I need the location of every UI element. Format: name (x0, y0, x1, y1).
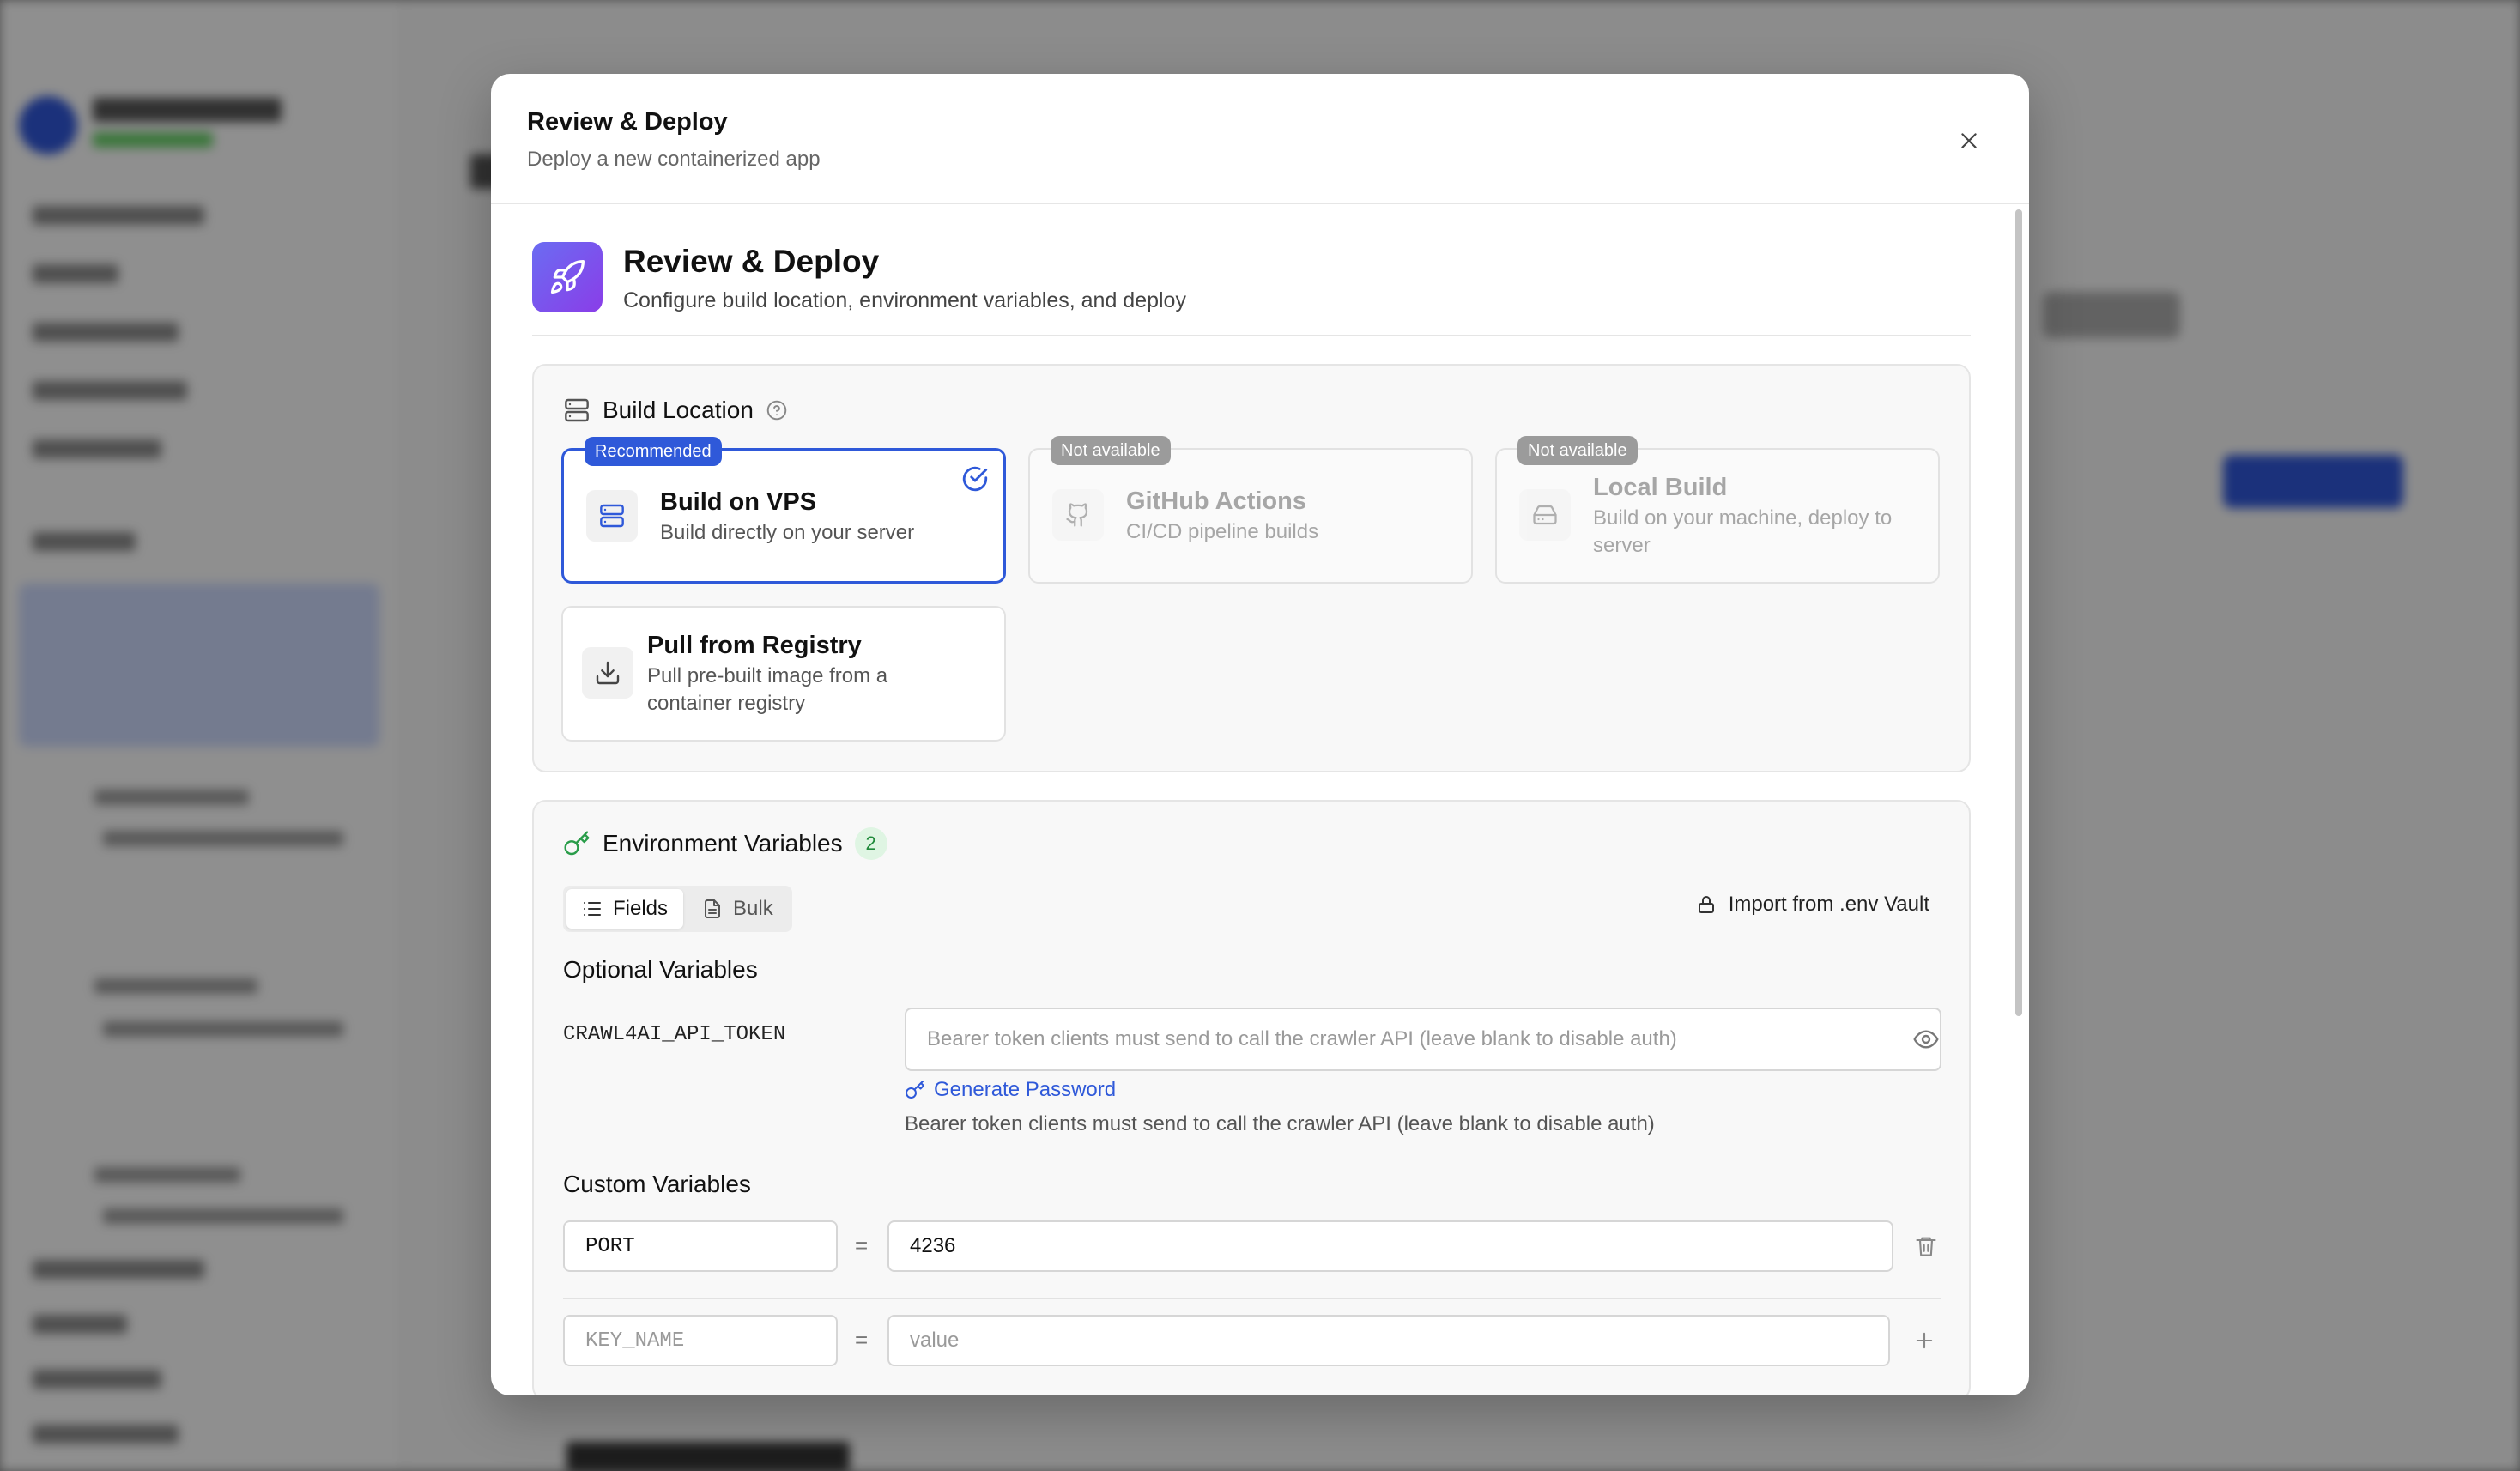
build-location-section: Build Location Recommended Build on VPS … (532, 364, 1971, 772)
new-var-value-input[interactable]: value (887, 1315, 1890, 1366)
option-description: Build directly on your server (660, 521, 915, 544)
build-location-header: Build Location (563, 397, 788, 424)
environment-variables-header: Environment Variables 2 (563, 827, 887, 860)
modal-title: Review & Deploy (527, 108, 728, 136)
divider (563, 1298, 1941, 1299)
not-available-badge: Not available (1051, 436, 1171, 465)
build-option-github-actions: Not available GitHub Actions CI/CD pipel… (1028, 436, 1473, 584)
env-view-tabs: Fields Bulk (563, 886, 792, 932)
crawl4ai-api-token-input[interactable]: Bearer token clients must send to call t… (905, 1008, 1941, 1071)
eye-icon[interactable] (1912, 1026, 1940, 1053)
plus-icon (1916, 1332, 1933, 1349)
import-env-vault-button[interactable]: Import from .env Vault (1696, 893, 1929, 917)
modal-header: Review & Deploy Deploy a new containeriz… (491, 74, 2029, 204)
build-location-title: Build Location (603, 397, 754, 423)
rocket-icon (532, 242, 603, 312)
review-deploy-modal: Review & Deploy Deploy a new containeriz… (491, 74, 2029, 1395)
option-description: CI/CD pipeline builds (1126, 520, 1319, 543)
new-var-key-input[interactable]: KEY_NAME (563, 1315, 838, 1366)
environment-variables-title: Environment Variables (603, 830, 843, 857)
import-label: Import from .env Vault (1728, 893, 1929, 916)
tab-fields[interactable]: Fields (566, 889, 684, 929)
server-icon (565, 398, 589, 422)
file-text-icon (705, 899, 721, 918)
list-icon (584, 902, 601, 916)
variable-count-badge: 2 (854, 827, 887, 860)
hero-title: Review & Deploy (623, 244, 880, 279)
option-title: Pull from Registry (647, 632, 862, 659)
tab-label: Fields (613, 897, 669, 920)
hero-subtitle: Configure build location, environment va… (623, 288, 1186, 312)
recommended-badge: Recommended (585, 437, 722, 466)
environment-variables-section: Environment Variables 2 Fields Bulk Impo… (532, 800, 1971, 1395)
github-icon (1052, 489, 1104, 541)
build-option-local: Not available Local Build Build on your … (1495, 436, 1940, 584)
close-button[interactable] (1950, 122, 1988, 160)
equals-sign: = (855, 1232, 869, 1258)
not-available-badge: Not available (1517, 436, 1638, 465)
key-icon (564, 831, 590, 856)
generate-password-link[interactable]: Generate Password (905, 1078, 1116, 1102)
lock-icon (1698, 896, 1714, 913)
optional-variables-title: Optional Variables (563, 956, 758, 983)
modal-body[interactable]: Review & Deploy Configure build location… (491, 204, 2029, 1395)
tab-label: Bulk (733, 897, 773, 920)
trash-icon (1916, 1237, 1936, 1256)
tab-bulk[interactable]: Bulk (687, 889, 789, 929)
custom-var-key-input[interactable]: PORT (563, 1220, 838, 1272)
custom-variables-title: Custom Variables (563, 1171, 751, 1197)
equals-sign: = (855, 1327, 869, 1353)
generate-password-label: Generate Password (934, 1078, 1117, 1101)
modal-subtitle: Deploy a new containerized app (527, 148, 821, 171)
hard-drive-icon (1519, 489, 1571, 541)
add-variable-button[interactable] (1909, 1325, 1940, 1356)
help-icon[interactable] (766, 399, 788, 421)
custom-var-value-input[interactable]: 4236 (887, 1220, 1893, 1272)
key-icon (906, 1081, 924, 1099)
scrollbar[interactable] (2015, 209, 2022, 1016)
variable-hint: Bearer token clients must send to call t… (905, 1112, 1655, 1135)
option-description: Pull pre-built image from a container re… (647, 664, 888, 715)
option-title: Local Build (1593, 474, 1728, 501)
check-circle-icon (962, 466, 988, 492)
build-option-vps[interactable]: Recommended Build on VPS Build directly … (561, 437, 1006, 584)
variable-key: CRAWL4AI_API_TOKEN (563, 1023, 786, 1046)
build-option-registry[interactable]: Pull from Registry Pull pre-built image … (561, 606, 1006, 742)
divider (532, 335, 1971, 336)
delete-variable-button[interactable] (1911, 1231, 1941, 1262)
option-title: Build on VPS (660, 488, 817, 516)
option-title: GitHub Actions (1126, 487, 1306, 515)
server-icon (586, 490, 638, 542)
download-icon (582, 647, 633, 699)
option-description: Build on your machine, deploy to server (1593, 506, 1893, 557)
close-icon (1961, 133, 1977, 148)
